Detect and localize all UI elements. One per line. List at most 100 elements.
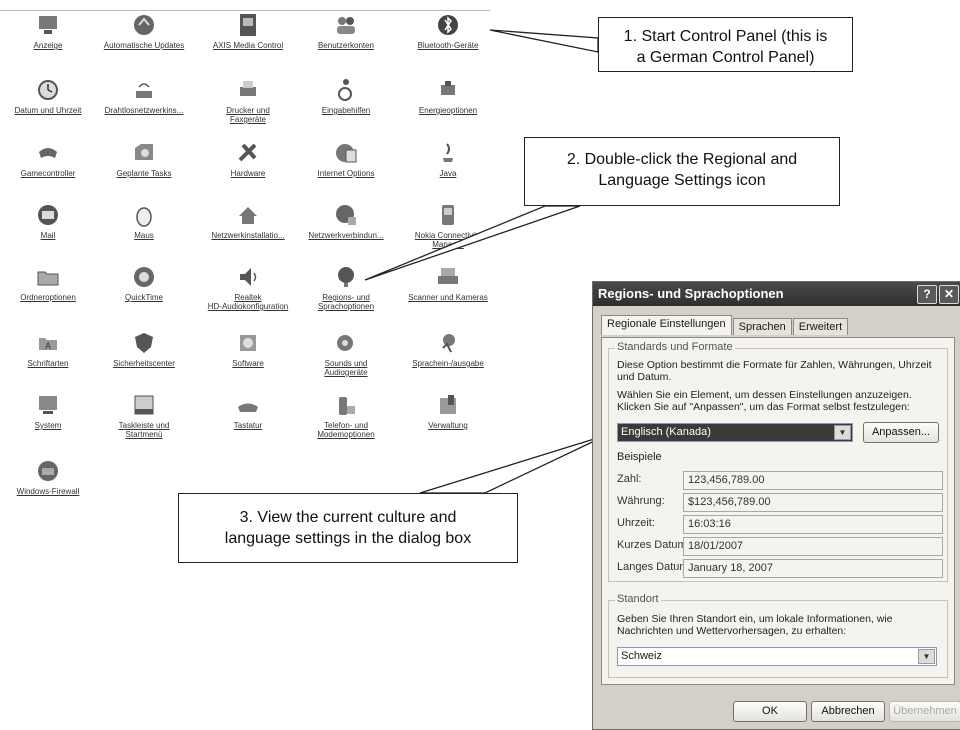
control-panel-item[interactable]: Drahtlosnetzwerkins...: [96, 77, 192, 115]
power-icon[interactable]: [435, 77, 461, 103]
control-panel-item-label: Regions- und Sprachoptionen: [317, 293, 375, 311]
mouse-icon[interactable]: [131, 202, 157, 228]
speaker-icon[interactable]: [235, 264, 261, 290]
apply-button[interactable]: Übernehmen: [889, 701, 960, 722]
control-panel-item[interactable]: Sprachein-/ausgabe: [400, 330, 496, 368]
control-panel-item[interactable]: Nokia Connectivity Manager: [400, 202, 496, 249]
system-icon[interactable]: [35, 392, 61, 418]
dialog-tabs: Regionale Einstellungen Sprachen Erweite…: [601, 315, 849, 335]
printer-icon[interactable]: [235, 77, 261, 103]
control-panel-item[interactable]: Java: [400, 140, 496, 178]
control-panel-item[interactable]: Bluetooth-Geräte: [400, 12, 496, 50]
firewall-icon[interactable]: [35, 458, 61, 484]
sounds-icon[interactable]: [333, 330, 359, 356]
gamepad-icon[interactable]: [35, 140, 61, 166]
nokia-icon[interactable]: [435, 202, 461, 228]
control-panel-item[interactable]: Tastatur: [200, 392, 296, 430]
control-panel-item[interactable]: Netzwerkverbindun...: [298, 202, 394, 240]
callout-step1: 1. Start Control Panel (this is a German…: [598, 17, 853, 72]
control-panel-item[interactable]: Eingabehilfen: [298, 77, 394, 115]
taskbar-icon[interactable]: [131, 392, 157, 418]
control-panel-item[interactable]: System: [0, 392, 96, 430]
example-value-long-date: January 18, 2007: [683, 559, 943, 578]
users-icon[interactable]: [333, 12, 359, 38]
control-panel-item-label: Drucker und Faxgeräte: [226, 106, 270, 124]
chevron-down-icon[interactable]: ▼: [834, 425, 851, 440]
control-panel-item[interactable]: Internet Options: [298, 140, 394, 178]
control-panel-item[interactable]: Netzwerkinstallatio...: [200, 202, 296, 240]
scanner-icon[interactable]: [435, 264, 461, 290]
clock-icon[interactable]: [35, 77, 61, 103]
control-panel-item[interactable]: Windows-Firewall: [0, 458, 96, 496]
keyboard-icon[interactable]: [235, 392, 261, 418]
folder-options-icon[interactable]: [35, 264, 61, 290]
network-connections-icon[interactable]: [333, 202, 359, 228]
control-panel-item-label: Datum und Uhrzeit: [14, 106, 82, 115]
admin-tools-icon[interactable]: [435, 392, 461, 418]
network-setup-icon[interactable]: [235, 202, 261, 228]
wireless-icon[interactable]: [131, 77, 157, 103]
tasks-icon[interactable]: [131, 140, 157, 166]
tab-languages[interactable]: Sprachen: [732, 318, 792, 335]
control-panel-item-label: Mail: [40, 231, 56, 240]
format-select[interactable]: Englisch (Kanada) ▼: [617, 423, 853, 442]
control-panel-item[interactable]: Energieoptionen: [400, 77, 496, 115]
java-icon[interactable]: [435, 140, 461, 166]
ok-button[interactable]: OK: [733, 701, 807, 722]
control-panel-item[interactable]: Automatische Updates: [96, 12, 192, 50]
speech-icon[interactable]: [435, 330, 461, 356]
quicktime-icon[interactable]: [131, 264, 157, 290]
control-panel-item[interactable]: Benutzerkonten: [298, 12, 394, 50]
customize-button[interactable]: Anpassen...: [863, 422, 939, 443]
control-panel-item[interactable]: Verwaltung: [400, 392, 496, 430]
bluetooth-icon[interactable]: [435, 12, 461, 38]
shield-icon[interactable]: [131, 330, 157, 356]
control-panel-item[interactable]: Ordneroptionen: [0, 264, 96, 302]
control-panel-item[interactable]: Mail: [0, 202, 96, 240]
tab-advanced[interactable]: Erweitert: [792, 318, 849, 335]
control-panel-item[interactable]: Maus: [96, 202, 192, 240]
accessibility-icon[interactable]: [333, 77, 359, 103]
control-panel-item[interactable]: Drucker und Faxgeräte: [200, 77, 296, 124]
control-panel-item[interactable]: Taskleiste und Startmenü: [96, 392, 192, 439]
control-panel-item[interactable]: Sounds und Audiogeräte: [298, 330, 394, 377]
control-panel-item[interactable]: A Schriftarten: [0, 330, 96, 368]
axis-media-icon[interactable]: [235, 12, 261, 38]
software-icon[interactable]: [235, 330, 261, 356]
mail-icon[interactable]: [35, 202, 61, 228]
dialog-titlebar[interactable]: Regions- und Sprachoptionen ? ✕: [593, 282, 960, 306]
display-icon[interactable]: [35, 12, 61, 38]
tab-regional-settings[interactable]: Regionale Einstellungen: [601, 315, 732, 335]
help-button[interactable]: ?: [917, 285, 937, 304]
hardware-icon[interactable]: [235, 140, 261, 166]
example-label-short-date: Kurzes Datum:: [617, 539, 690, 551]
fonts-icon[interactable]: A: [35, 330, 61, 356]
control-panel-item-label: Verwaltung: [428, 421, 468, 430]
location-select[interactable]: Schweiz ▼: [617, 647, 937, 666]
close-button[interactable]: ✕: [939, 285, 959, 304]
updates-icon[interactable]: [131, 12, 157, 38]
control-panel-item[interactable]: Datum und Uhrzeit: [0, 77, 96, 115]
globe-icon[interactable]: [333, 264, 359, 290]
control-panel-item[interactable]: Sicherheitscenter: [96, 330, 192, 368]
control-panel-item[interactable]: Gamecontroller: [0, 140, 96, 178]
control-panel-item-label: Bluetooth-Geräte: [417, 41, 479, 50]
control-panel-item[interactable]: Telefon- und Modemoptionen: [298, 392, 394, 439]
control-panel-item-label: QuickTime: [125, 293, 163, 302]
control-panel-item[interactable]: Geplante Tasks: [96, 140, 192, 178]
control-panel-item[interactable]: Scanner und Kameras: [400, 264, 496, 302]
chevron-down-icon[interactable]: ▼: [918, 649, 935, 664]
control-panel-item[interactable]: Hardware: [200, 140, 296, 178]
example-label-number: Zahl:: [617, 473, 642, 485]
control-panel-item-label: Internet Options: [317, 169, 375, 178]
phone-icon[interactable]: [333, 392, 359, 418]
control-panel-item[interactable]: Realtek HD-Audiokonfiguration: [200, 264, 296, 311]
control-panel-item[interactable]: Software: [200, 330, 296, 368]
control-panel-item[interactable]: Regions- und Sprachoptionen: [298, 264, 394, 311]
cancel-button[interactable]: Abbrechen: [811, 701, 885, 722]
control-panel-item[interactable]: QuickTime: [96, 264, 192, 302]
internet-options-icon[interactable]: [333, 140, 359, 166]
control-panel-item[interactable]: AXIS Media Control: [200, 12, 296, 50]
control-panel-item[interactable]: Anzeige: [0, 12, 96, 50]
control-panel-item-label: Drahtlosnetzwerkins...: [104, 106, 184, 115]
